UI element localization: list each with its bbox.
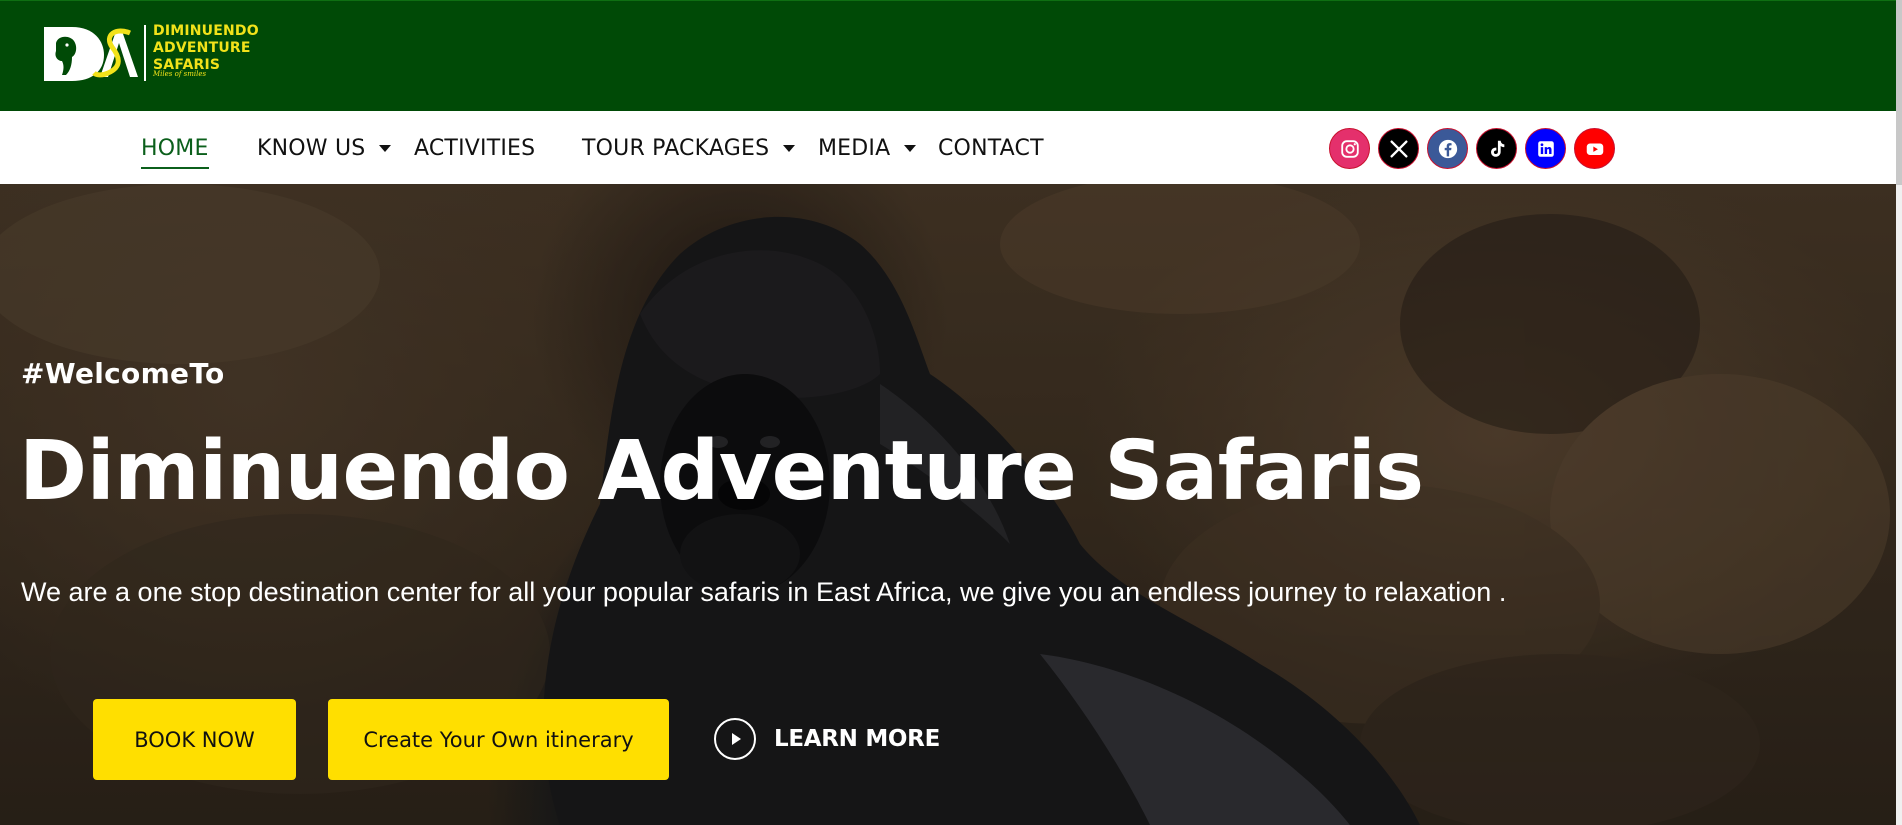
- hero-tagline: #WelcomeTo: [21, 357, 225, 390]
- play-icon: [714, 718, 756, 760]
- tiktok-icon: [1490, 140, 1504, 157]
- logo-divider: [144, 25, 146, 81]
- nav-item-activities[interactable]: ACTIVITIES: [414, 133, 535, 163]
- linkedin-icon: [1537, 140, 1554, 157]
- learn-more-label: LEARN MORE: [774, 726, 940, 752]
- youtube-icon: [1586, 143, 1603, 155]
- nav-item-media[interactable]: MEDIA: [818, 133, 917, 163]
- facebook-icon: [1438, 139, 1457, 158]
- nav-label-activities: ACTIVITIES: [414, 135, 536, 161]
- page-scrollbar[interactable]: [1896, 0, 1902, 825]
- nav-item-know-us[interactable]: KNOW US: [257, 133, 392, 163]
- logo-mark-icon: [44, 27, 138, 81]
- instagram-icon: [1340, 139, 1359, 158]
- chevron-down-icon: [379, 144, 392, 152]
- instagram-link[interactable]: [1329, 128, 1370, 169]
- hero-section: #WelcomeTo Diminuendo Adventure Safaris …: [0, 184, 1896, 825]
- book-now-label: BOOK NOW: [134, 727, 255, 752]
- x-link[interactable]: [1378, 128, 1419, 169]
- facebook-link[interactable]: [1427, 128, 1468, 169]
- chevron-down-icon: [904, 144, 917, 152]
- nav-item-tour-packages[interactable]: TOUR PACKAGES: [582, 133, 796, 163]
- book-now-button[interactable]: BOOK NOW: [93, 699, 296, 780]
- logo-line-2: ADVENTURE: [153, 40, 251, 56]
- hero-title: Diminuendo Adventure Safaris: [19, 424, 1424, 519]
- learn-more-button[interactable]: LEARN MORE: [714, 716, 940, 762]
- youtube-link[interactable]: [1574, 128, 1615, 169]
- nav-label-tour-packages: TOUR PACKAGES: [582, 135, 770, 161]
- nav-label-media: MEDIA: [818, 135, 891, 161]
- logo-line-1: DIMINUENDO: [153, 23, 259, 39]
- nav-item-home[interactable]: HOME: [141, 133, 209, 169]
- logo-wordmark: DIMINUENDO ADVENTURE SAFARIS: [153, 23, 259, 74]
- nav-label-contact: CONTACT: [938, 135, 1044, 161]
- main-nav: HOME KNOW US ACTIVITIES TOUR PACKAGES ME…: [0, 111, 1896, 184]
- nav-item-contact[interactable]: CONTACT: [938, 133, 1044, 163]
- nav-label-know-us: KNOW US: [257, 135, 366, 161]
- logo-tagline: Miles of smiles: [153, 70, 207, 78]
- top-bar: DIMINUENDO ADVENTURE SAFARIS Miles of sm…: [0, 0, 1902, 111]
- hero-description: We are a one stop destination center for…: [21, 577, 1507, 607]
- site-logo[interactable]: DIMINUENDO ADVENTURE SAFARIS Miles of sm…: [42, 23, 259, 83]
- chevron-down-icon: [783, 144, 796, 152]
- linkedin-link[interactable]: [1525, 128, 1566, 169]
- x-icon: [1389, 139, 1408, 158]
- scrollbar-thumb[interactable]: [1896, 0, 1902, 185]
- nav-label-home: HOME: [141, 135, 209, 161]
- create-itinerary-label: Create Your Own itinerary: [363, 727, 634, 752]
- create-itinerary-button[interactable]: Create Your Own itinerary: [328, 699, 669, 780]
- tiktok-link[interactable]: [1476, 128, 1517, 169]
